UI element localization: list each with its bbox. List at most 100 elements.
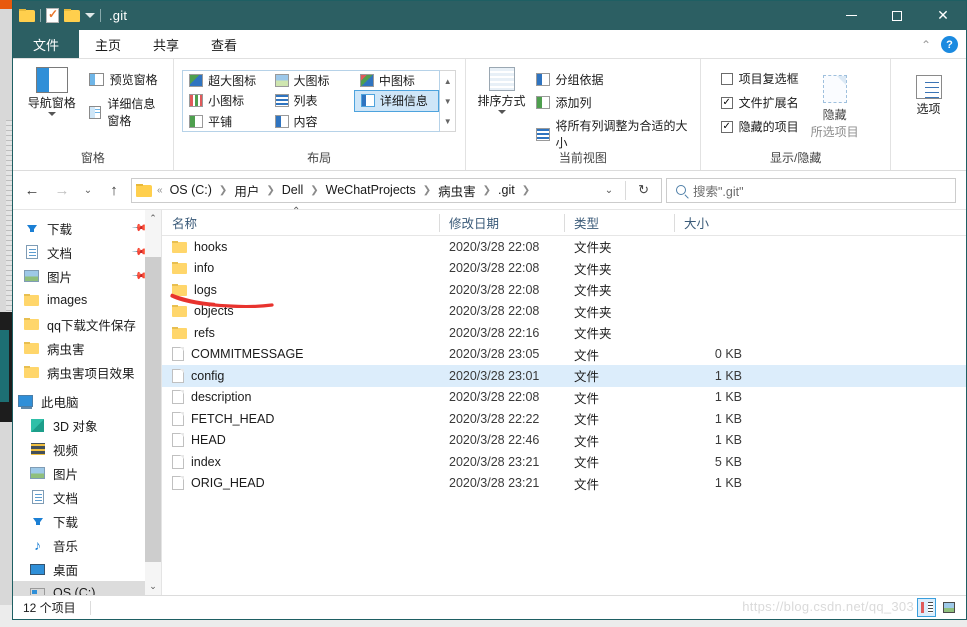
gallery-scroll-down-icon[interactable]: ▼ [440,91,455,111]
collapse-ribbon-icon[interactable]: ⌃ [921,38,931,52]
breadcrumb-chevron-icon[interactable]: ❯ [521,185,531,196]
breadcrumb-item-users[interactable]: 用户 [232,181,261,200]
sidebar-item-images[interactable]: images [13,288,161,312]
column-header-name[interactable]: 名称 ⌃ [162,206,439,236]
column-header-type[interactable]: 类型 [564,210,674,236]
properties-icon[interactable] [46,7,59,23]
breadcrumb-overflow[interactable]: « [156,185,164,196]
breadcrumb-chevron-icon[interactable]: ❯ [482,185,492,196]
breadcrumb-item-os[interactable]: OS (C:) [168,183,214,197]
address-bar[interactable]: « OS (C:) ❯ 用户 ❯ Dell ❯ WeChatProjects ❯… [131,177,662,203]
tab-share[interactable]: 共享 [137,30,195,58]
maximize-button[interactable] [874,1,920,30]
breadcrumb-chevron-icon[interactable]: ❯ [422,185,432,196]
sidebar-item-qq-downloads[interactable]: qq下载文件保存 [13,312,161,336]
scroll-up-icon[interactable]: ⌃ [149,210,157,227]
minimize-button[interactable] [828,1,874,30]
file-name: index [191,454,221,469]
gallery-scroll-up-icon[interactable]: ▲ [440,71,455,91]
breadcrumb-chevron-icon[interactable]: ❯ [218,185,228,196]
file-name-cell: index [162,454,439,469]
customize-caret-icon[interactable] [85,13,95,18]
sidebar-item-desktop[interactable]: 桌面 [13,557,161,581]
view-list[interactable]: 列表 [269,90,354,111]
view-extra-large-icons[interactable]: 超大图标 [183,71,268,90]
hidden-items-option[interactable]: ✓ 隐藏的项目 [720,118,799,135]
table-row[interactable]: ORIG_HEAD 2020/3/28 23:21 文件 1 KB [162,473,966,495]
view-details[interactable]: 详细信息 [353,90,440,112]
sidebar-item-3d-objects[interactable]: 3D 对象 [13,413,161,437]
breadcrumb-item-project[interactable]: 病虫害 [436,181,478,200]
sidebar-item-downloads-quick[interactable]: 下载 📌 [13,216,161,240]
address-dropdown-icon[interactable]: ⌄ [597,185,621,196]
table-row[interactable]: description 2020/3/28 22:08 文件 1 KB [162,387,966,409]
group-by-button[interactable]: 分组依据 [535,71,695,88]
sidebar-item-os-drive[interactable]: OS (C:) [13,581,161,595]
recent-locations-button[interactable]: ⌄ [79,177,97,203]
sort-by-button[interactable]: 排序方式 [472,63,532,114]
help-button[interactable]: ? [941,36,958,53]
file-date: 2020/3/28 22:22 [449,411,540,426]
sidebar-item-project-effects[interactable]: 病虫害项目效果 [13,360,161,384]
tab-home[interactable]: 主页 [79,30,137,58]
sidebar-item-videos[interactable]: 视频 [13,437,161,461]
view-content[interactable]: 内容 [269,112,354,131]
forward-button[interactable]: → [49,177,75,203]
view-small-icons[interactable]: 小图标 [183,90,268,111]
table-row[interactable]: FETCH_HEAD 2020/3/28 22:22 文件 1 KB [162,408,966,430]
table-row[interactable]: hooks 2020/3/28 22:08 文件夹 [162,236,966,258]
table-row[interactable]: config 2020/3/28 23:01 文件 1 KB [162,365,966,387]
sidebar-item-this-pc[interactable]: 此电脑 [13,389,161,413]
breadcrumb-item-git[interactable]: .git [496,183,517,197]
table-row[interactable]: logs 2020/3/28 22:08 文件夹 [162,279,966,301]
details-view-button[interactable] [917,598,936,617]
breadcrumb-item-wechatprojects[interactable]: WeChatProjects [324,183,418,197]
view-medium-icons[interactable]: 中图标 [354,71,439,90]
close-button[interactable]: ✕ [920,1,966,30]
new-folder-icon[interactable] [64,9,80,22]
refresh-button[interactable]: ↻ [630,182,657,198]
table-row[interactable]: HEAD 2020/3/28 22:46 文件 1 KB [162,430,966,452]
table-row[interactable]: index 2020/3/28 23:21 文件 5 KB [162,451,966,473]
hide-selected-items-button[interactable]: 隐藏 所选项目 [799,63,871,140]
view-large-icons[interactable]: 大图标 [269,71,354,90]
details-pane-button[interactable]: 详细信息窗格 [88,95,167,129]
sidebar-item-documents[interactable]: 文档 [13,485,161,509]
tab-view[interactable]: 查看 [195,30,253,58]
file-extensions-option[interactable]: ✓ 文件扩展名 [720,94,799,111]
sidebar-scrollbar[interactable]: ⌃ ⌄ [145,210,161,595]
sidebar-item-project[interactable]: 病虫害 [13,336,161,360]
preview-pane-button[interactable]: 预览窗格 [88,71,167,88]
column-header-size[interactable]: 大小 [674,210,754,236]
item-checkboxes-option[interactable]: 项目复选框 [720,70,799,87]
sidebar-item-documents-quick[interactable]: 文档 📌 [13,240,161,264]
breadcrumb-chevron-icon[interactable]: ❯ [265,185,275,196]
scrollbar-thumb[interactable] [145,257,161,562]
search-box[interactable]: 搜索".git" [666,177,956,203]
sidebar-item-pictures[interactable]: 图片 [13,461,161,485]
breadcrumb-chevron-icon[interactable]: ❯ [309,185,319,196]
folder-icon[interactable] [19,9,35,22]
column-header-date[interactable]: 修改日期 [439,210,564,236]
sidebar-item-pictures-quick[interactable]: 图片 📌 [13,264,161,288]
table-row[interactable]: refs 2020/3/28 22:16 文件夹 [162,322,966,344]
sidebar-item-music[interactable]: ♪ 音乐 [13,533,161,557]
scrollbar-track[interactable] [145,227,161,578]
tab-file[interactable]: 文件 [13,30,80,58]
file-size: 1 KB [714,368,742,383]
table-row[interactable]: COMMITMESSAGE 2020/3/28 23:05 文件 0 KB [162,344,966,366]
view-tiles[interactable]: 平铺 [183,112,268,131]
up-button[interactable]: ↑ [101,177,127,203]
back-button[interactable]: ← [19,177,45,203]
add-column-button[interactable]: 添加列 [535,94,695,111]
breadcrumb-item-dell[interactable]: Dell [280,183,306,197]
table-row[interactable]: objects 2020/3/28 22:08 文件夹 [162,301,966,323]
options-button[interactable]: 选项 [898,63,960,116]
size-columns-to-fit-button[interactable]: 将所有列调整为合适的大小 [535,117,695,151]
sidebar-item-downloads[interactable]: 下载 [13,509,161,533]
scroll-down-icon[interactable]: ⌄ [149,578,157,595]
gallery-expand-icon[interactable]: ▼ [440,111,455,131]
navigation-pane-button[interactable]: 导航窗格 [19,63,85,116]
large-icons-view-button[interactable] [939,598,958,617]
table-row[interactable]: info 2020/3/28 22:08 文件夹 [162,258,966,280]
